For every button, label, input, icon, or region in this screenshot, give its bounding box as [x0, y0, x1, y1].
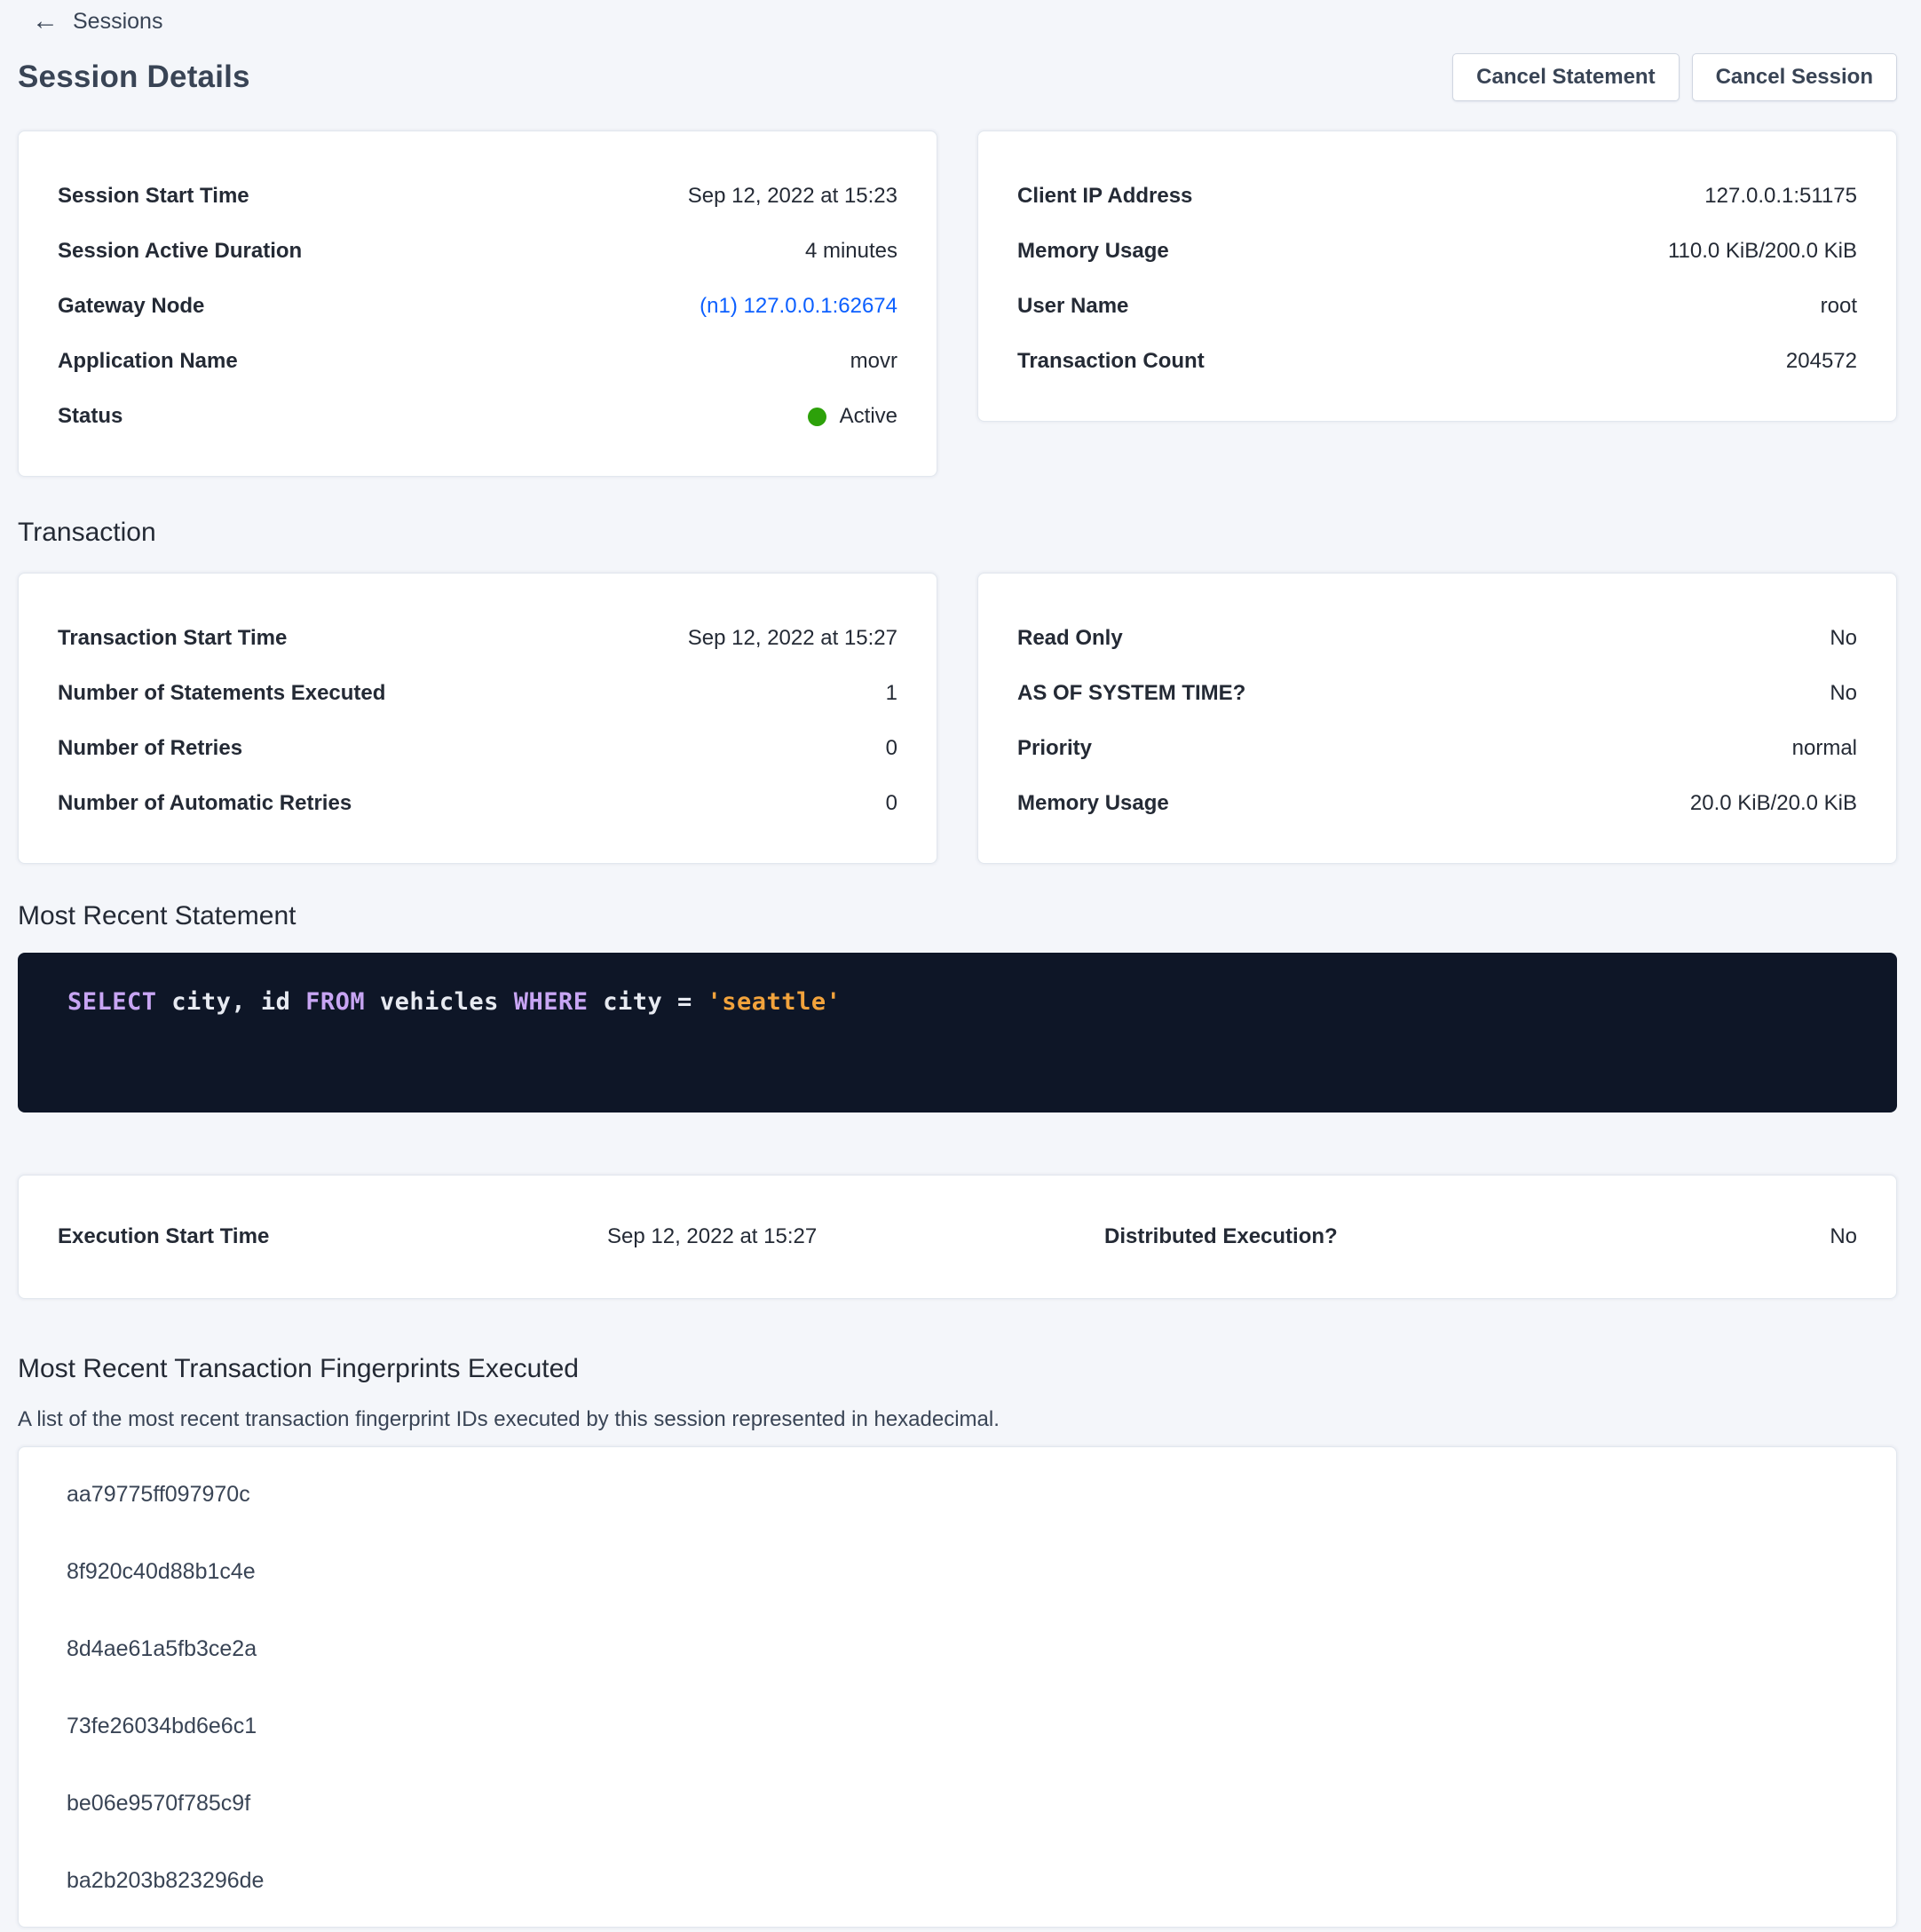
statements-executed-row: Number of Statements Executed 1	[58, 666, 897, 721]
transaction-memory-usage-row: Memory Usage 20.0 KiB/20.0 KiB	[1017, 776, 1857, 831]
session-memory-usage-label: Memory Usage	[1017, 239, 1169, 264]
as-of-system-time-value: No	[1830, 681, 1857, 706]
transaction-row: Transaction Start Time Sep 12, 2022 at 1…	[18, 573, 1897, 864]
transaction-start-time-label: Transaction Start Time	[58, 626, 287, 651]
transaction-section-heading: Transaction	[18, 518, 1897, 548]
as-of-system-time-row: AS OF SYSTEM TIME? No	[1017, 666, 1857, 721]
page-title: Session Details	[18, 59, 250, 95]
cancel-session-button[interactable]: Cancel Session	[1692, 53, 1897, 101]
user-name-label: User Name	[1017, 294, 1128, 319]
fingerprints-section-heading: Most Recent Transaction Fingerprints Exe…	[18, 1354, 1897, 1384]
fingerprint-id: 73fe26034bd6e6c1	[58, 1688, 1857, 1765]
header-actions: Cancel Statement Cancel Session	[1452, 53, 1897, 101]
sql-string-literal: 'seattle'	[708, 988, 842, 1016]
back-arrow-icon: ←	[32, 8, 59, 35]
transaction-start-time-value: Sep 12, 2022 at 15:27	[688, 626, 897, 651]
session-memory-usage-row: Memory Usage 110.0 KiB/200.0 KiB	[1017, 224, 1857, 279]
execution-start-time-value: Sep 12, 2022 at 15:27	[607, 1224, 1104, 1249]
automatic-retries-row: Number of Automatic Retries 0	[58, 776, 897, 831]
transaction-count-value: 204572	[1786, 349, 1857, 374]
fingerprint-id: 8f920c40d88b1c4e	[58, 1533, 1857, 1611]
sql-statement: SELECT city, id FROM vehicles WHERE city…	[67, 988, 1847, 1016]
transaction-count-row: Transaction Count 204572	[1017, 334, 1857, 389]
execution-card: Execution Start Time Sep 12, 2022 at 15:…	[18, 1175, 1897, 1299]
client-ip-row: Client IP Address 127.0.0.1:51175	[1017, 169, 1857, 224]
status-badge: Active	[840, 404, 897, 429]
transaction-count-label: Transaction Count	[1017, 349, 1205, 374]
session-summary-card-right: Client IP Address 127.0.0.1:51175 Memory…	[977, 131, 1897, 422]
gateway-node-label: Gateway Node	[58, 294, 204, 319]
read-only-row: Read Only No	[1017, 611, 1857, 666]
distributed-execution-value: No	[1830, 1224, 1857, 1249]
automatic-retries-label: Number of Automatic Retries	[58, 791, 352, 816]
gateway-node-link[interactable]: (n1) 127.0.0.1:62674	[700, 294, 897, 319]
fingerprints-card: aa79775ff097970c 8f920c40d88b1c4e 8d4ae6…	[18, 1446, 1897, 1928]
page-header: Session Details Cancel Statement Cancel …	[18, 53, 1897, 101]
sql-text: city =	[588, 988, 707, 1016]
retries-row: Number of Retries 0	[58, 721, 897, 776]
session-start-time-label: Session Start Time	[58, 184, 249, 209]
priority-label: Priority	[1017, 736, 1092, 761]
session-start-time-value: Sep 12, 2022 at 15:23	[688, 184, 897, 209]
back-link-label: Sessions	[73, 9, 162, 35]
transaction-card-right: Read Only No AS OF SYSTEM TIME? No Prior…	[977, 573, 1897, 864]
transaction-memory-usage-value: 20.0 KiB/20.0 KiB	[1690, 791, 1857, 816]
status-active-dot-icon	[808, 408, 826, 426]
session-details-page: ← Sessions Session Details Cancel Statem…	[18, 0, 1897, 1928]
application-name-value: movr	[850, 349, 897, 374]
application-name-label: Application Name	[58, 349, 238, 374]
priority-row: Priority normal	[1017, 721, 1857, 776]
sql-code-block: SELECT city, id FROM vehicles WHERE city…	[18, 953, 1897, 1112]
read-only-value: No	[1830, 626, 1857, 651]
back-navigation: ← Sessions	[18, 0, 1897, 36]
cancel-statement-button[interactable]: Cancel Statement	[1452, 53, 1679, 101]
status-value: Active	[808, 404, 897, 429]
priority-value: normal	[1792, 736, 1857, 761]
statements-executed-label: Number of Statements Executed	[58, 681, 385, 706]
read-only-label: Read Only	[1017, 626, 1123, 651]
session-active-duration-value: 4 minutes	[805, 239, 897, 264]
fingerprint-id: ba2b203b823296de	[58, 1842, 1857, 1920]
statements-executed-value: 1	[886, 681, 897, 706]
back-to-sessions-link[interactable]: ← Sessions	[32, 8, 162, 35]
execution-start-time-label: Execution Start Time	[58, 1224, 607, 1249]
session-start-time-row: Session Start Time Sep 12, 2022 at 15:23	[58, 169, 897, 224]
transaction-memory-usage-label: Memory Usage	[1017, 791, 1169, 816]
client-ip-label: Client IP Address	[1017, 184, 1192, 209]
fingerprints-description: A list of the most recent transaction fi…	[18, 1407, 1897, 1432]
session-summary-row: Session Start Time Sep 12, 2022 at 15:23…	[18, 131, 1897, 477]
retries-value: 0	[886, 736, 897, 761]
automatic-retries-value: 0	[886, 791, 897, 816]
sql-keyword: WHERE	[514, 988, 589, 1016]
session-summary-card-left: Session Start Time Sep 12, 2022 at 15:23…	[18, 131, 937, 477]
sql-keyword: SELECT	[67, 988, 157, 1016]
user-name-row: User Name root	[1017, 279, 1857, 334]
transaction-start-time-row: Transaction Start Time Sep 12, 2022 at 1…	[58, 611, 897, 666]
status-label: Status	[58, 404, 123, 429]
user-name-value: root	[1821, 294, 1857, 319]
fingerprint-id: 8d4ae61a5fb3ce2a	[58, 1611, 1857, 1688]
fingerprint-id: aa79775ff097970c	[58, 1456, 1857, 1533]
sql-text: vehicles	[365, 988, 514, 1016]
sql-keyword: FROM	[305, 988, 365, 1016]
client-ip-value: 127.0.0.1:51175	[1704, 184, 1857, 209]
application-name-row: Application Name movr	[58, 334, 897, 389]
session-active-duration-label: Session Active Duration	[58, 239, 302, 264]
gateway-node-row: Gateway Node (n1) 127.0.0.1:62674	[58, 279, 897, 334]
status-row: Status Active	[58, 389, 897, 444]
transaction-card-left: Transaction Start Time Sep 12, 2022 at 1…	[18, 573, 937, 864]
distributed-execution-label: Distributed Execution?	[1104, 1224, 1830, 1249]
statement-section-heading: Most Recent Statement	[18, 901, 1897, 931]
sql-text: city, id	[157, 988, 306, 1016]
retries-label: Number of Retries	[58, 736, 242, 761]
fingerprint-id: be06e9570f785c9f	[58, 1765, 1857, 1842]
session-memory-usage-value: 110.0 KiB/200.0 KiB	[1668, 239, 1857, 264]
as-of-system-time-label: AS OF SYSTEM TIME?	[1017, 681, 1245, 706]
session-active-duration-row: Session Active Duration 4 minutes	[58, 224, 897, 279]
